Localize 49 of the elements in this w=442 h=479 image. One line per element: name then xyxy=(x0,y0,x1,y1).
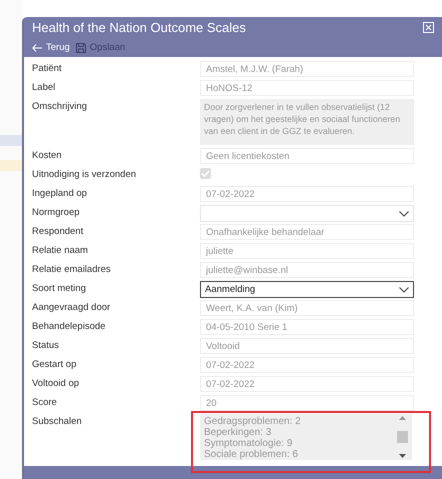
field-label: Patiënt xyxy=(32,62,63,76)
text-field[interactable]: Amstel, M.J.W. (Farah) xyxy=(200,61,414,77)
field-label: Label xyxy=(32,81,56,95)
list-item: Sociale problemen: 6 xyxy=(204,449,299,460)
field-label: Voltooid op xyxy=(32,377,80,391)
description-field[interactable]: Door zorgverlener in te vullen observatielijst (12 vragen) om het geestelijke en sociaal functioneren van een client in de GGZ te evalueren. xyxy=(200,99,414,145)
arrow-left-icon xyxy=(32,44,42,52)
field-label: Soort meting xyxy=(32,282,87,296)
list-item: Beperkingen: 3 xyxy=(204,427,272,438)
text-field[interactable]: 04-05-2010 Serie 1 xyxy=(200,319,414,335)
chevron-down-icon xyxy=(399,286,409,292)
text-field[interactable]: 07-02-2022 xyxy=(200,376,414,392)
field-label: Ingepland op xyxy=(32,187,88,201)
field-label: Aangevraagd door xyxy=(32,301,112,315)
dialog-title: Health of the Nation Outcome Scales xyxy=(32,20,246,35)
field-label: Uitnodiging is verzonden xyxy=(32,168,138,182)
scroll-down-icon[interactable] xyxy=(398,454,406,458)
scrollbar-thumb[interactable] xyxy=(396,431,408,443)
field-label: Score xyxy=(32,396,58,410)
dropdown[interactable]: Aanmelding xyxy=(200,281,414,298)
field-label: Relatie naam xyxy=(32,244,89,258)
text-field[interactable]: Geen licentiekosten xyxy=(200,148,414,164)
text-field[interactable]: HoNOS-12 xyxy=(200,80,414,96)
field-label: Status xyxy=(32,339,60,353)
text-field[interactable]: Voltooid xyxy=(200,338,414,354)
text-field[interactable]: 20 xyxy=(200,395,414,411)
field-label: Kosten xyxy=(32,149,63,163)
list-item: Gedragsproblemen: 2 xyxy=(204,416,301,427)
field-label: Respondent xyxy=(32,225,84,239)
close-icon[interactable] xyxy=(423,22,434,33)
back-button[interactable]: Terug xyxy=(32,42,70,53)
field-label: Behandelepisode xyxy=(32,320,106,334)
dropdown[interactable] xyxy=(200,205,414,222)
checkbox[interactable] xyxy=(200,168,211,179)
field-label: Subschalen xyxy=(32,415,83,429)
field-label: Relatie emailadres xyxy=(32,263,112,277)
field-label: Omschrijving xyxy=(32,100,88,114)
scroll-up-icon[interactable] xyxy=(398,416,406,420)
text-field[interactable]: Onafhankelijke behandelaar xyxy=(200,224,414,240)
text-field[interactable]: Weert, K.A. van (Kim) xyxy=(200,300,414,316)
list-item: Symptomatologie: 9 xyxy=(204,438,294,449)
field-label: Normgroep xyxy=(32,206,81,220)
field-label: Gestart op xyxy=(32,358,78,372)
text-field[interactable]: 07-02-2022 xyxy=(200,357,414,373)
text-field[interactable]: 07-02-2022 xyxy=(200,186,414,202)
chevron-down-icon xyxy=(399,210,409,216)
text-field[interactable]: juliette xyxy=(200,243,414,259)
text-field[interactable]: juliette@winbase.nl xyxy=(200,262,414,278)
subscale-list[interactable]: Gedragsproblemen: 2 Beperkingen: 3 Symptomatologie: 9 Sociale problemen: 6 xyxy=(200,414,412,460)
